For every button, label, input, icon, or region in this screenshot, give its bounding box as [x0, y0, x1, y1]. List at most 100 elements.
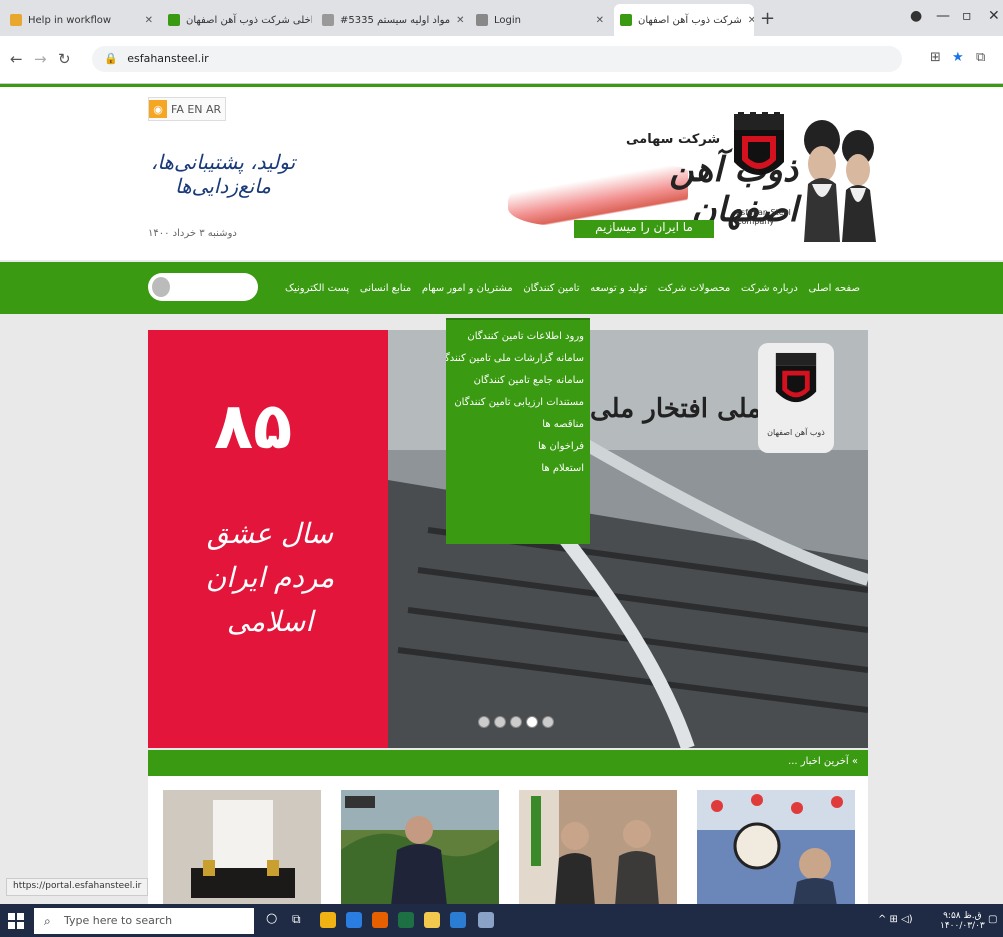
company-type-label: شرکت سهامی [626, 132, 721, 147]
chrome-app-icon[interactable] [320, 912, 336, 928]
latest-news-header: » آخرین اخبار ... [148, 750, 868, 776]
tab-label: پورتال داخلی شرکت ذوب آهن اصفهان [186, 14, 312, 26]
header-date: دوشنبه ۳ خرداد ۱۴۰۰ [148, 228, 237, 239]
slide-logo-label: ذوب آهن اصفهان [767, 428, 825, 437]
tab-close-icon[interactable]: ✕ [748, 15, 754, 26]
browser-tab-active[interactable]: شرکت ذوب آهن اصفهان ✕ [614, 4, 754, 36]
news-thumbnail[interactable] [519, 790, 677, 906]
translate-icon[interactable]: ⊞ [930, 50, 941, 65]
slider-dot[interactable] [478, 716, 490, 728]
task-view-icon[interactable]: ⧉ [292, 912, 308, 928]
menu-item-production[interactable]: تولید و توسعه [590, 283, 647, 294]
app-icon[interactable] [478, 912, 494, 928]
language-options[interactable]: FA EN AR [171, 103, 221, 116]
rss-icon[interactable]: ◉ [149, 100, 167, 118]
slogan-calligraphy: تولید، پشتیبانی‌ها، مانع‌زدایی‌ها [150, 150, 296, 198]
menu-item-hr[interactable]: منابع انسانی [360, 283, 411, 294]
tab-label: Help in workflow [28, 14, 112, 26]
news-thumbnail[interactable] [341, 790, 499, 906]
windows-taskbar: ⌕ Type here to search ○ ⧉ ^ ⊞ ◁) ۹:۵۸ ق.… [0, 904, 1003, 937]
news-thumbnail[interactable] [697, 790, 855, 906]
dropdown-item[interactable]: استعلام ها [446, 458, 590, 480]
header-accent-line [0, 84, 1003, 87]
tab-close-icon[interactable]: ✕ [145, 15, 153, 26]
clock-time: ۹:۵۸ ق.ظ [943, 911, 982, 921]
menu-item-email[interactable]: پست الکترونیک [285, 283, 349, 294]
news-thumbnail[interactable] [163, 790, 321, 906]
company-tagline: ما ایران را میسازیم [574, 220, 714, 238]
tab-favicon-icon [10, 14, 22, 26]
dropdown-item[interactable]: سامانه جامع تامین کنندگان [446, 370, 590, 392]
menu-item-about[interactable]: درباره شرکت [741, 283, 798, 294]
site-search-input[interactable] [148, 273, 258, 301]
minimize-icon[interactable]: — [936, 8, 950, 24]
windows-start-icon[interactable] [8, 913, 24, 929]
taskbar-search-placeholder: Type here to search [64, 914, 173, 927]
clock-date: ۱۴۰۰/۰۳/۰۳ [940, 921, 985, 931]
banner-caption: سال عشق مردم ایران اسلامی [205, 517, 335, 638]
slider-pagination [478, 716, 554, 728]
browser-tab[interactable]: Help in workflow ✕ [4, 4, 159, 36]
extension-icon[interactable]: ⧉ [976, 50, 985, 65]
main-menu: صفحه اصلی درباره شرکت محصولات شرکت تولید… [285, 276, 860, 300]
notifications-icon[interactable]: ▢ [988, 914, 997, 925]
tab-favicon-icon [322, 14, 334, 26]
maximize-icon[interactable]: ▫ [962, 8, 972, 24]
browser-tabstrip: Help in workflow ✕ پورتال داخلی شرکت ذوب… [0, 0, 1003, 36]
cortana-icon[interactable]: ○ [266, 911, 282, 927]
tab-favicon-icon [620, 14, 632, 26]
tab-close-icon[interactable]: ✕ [596, 15, 604, 26]
leaders-portrait [804, 120, 876, 242]
file-explorer-icon[interactable] [424, 912, 440, 928]
tab-label: #5335 مواد اولیه سیستم [340, 14, 451, 26]
search-icon[interactable] [150, 275, 172, 299]
banner-number: ۸۵ [214, 390, 293, 464]
clock[interactable]: ۹:۵۸ ق.ظ ۱۴۰۰/۰۳/۰۳ [940, 911, 985, 931]
tab-label: شرکت ذوب آهن اصفهان [638, 14, 742, 26]
slider-dot[interactable] [542, 716, 554, 728]
dropdown-item[interactable]: ورود اطلاعات تامین کنندگان [446, 326, 590, 348]
browser-tab[interactable]: #5335 مواد اولیه سیستم ✕ [316, 4, 466, 36]
menu-item-products[interactable]: محصولات شرکت [658, 283, 730, 294]
tab-label: Login [494, 14, 521, 26]
status-url-tooltip: https://portal.esfahansteel.ir [6, 878, 149, 896]
dropdown-item[interactable]: مناقصه ها [446, 414, 590, 436]
close-window-icon[interactable]: ✕ [988, 8, 1000, 24]
taskbar-search-input[interactable]: ⌕ Type here to search [34, 908, 254, 934]
slider-dot-active[interactable] [526, 716, 538, 728]
emblem-label: Esfahan Steel Company [736, 208, 791, 226]
url-text: esfahansteel.ir [127, 52, 209, 65]
address-bar-row: ← → ↻ 🔒 esfahansteel.ir ⊞ ★ ⧉ [0, 36, 1003, 84]
tab-close-icon[interactable]: ✕ [456, 15, 464, 26]
profile-icon[interactable]: ● [910, 8, 922, 24]
menu-item-suppliers[interactable]: تامین کنندگان [523, 283, 579, 294]
search-icon: ⌕ [44, 914, 51, 928]
dropdown-item[interactable]: فراخوان ها [446, 436, 590, 458]
word-app-icon[interactable] [450, 912, 466, 928]
bookmark-star-icon[interactable]: ★ [952, 50, 964, 65]
system-tray-icons[interactable]: ^ ⊞ ◁) [878, 914, 913, 925]
forward-arrow-icon[interactable]: → [34, 50, 47, 68]
company-emblem-icon [734, 112, 784, 175]
browser-tab[interactable]: پورتال داخلی شرکت ذوب آهن اصفهان ✕ [162, 4, 312, 36]
dropdown-item[interactable]: سامانه گزارشات ملی تامین کنندگان [446, 348, 590, 370]
dropdown-item[interactable]: مستندات ارزیابی تامین کنندگان [446, 392, 590, 414]
reload-icon[interactable]: ↻ [58, 50, 71, 68]
url-field[interactable]: 🔒 esfahansteel.ir [92, 46, 902, 72]
tab-favicon-icon [168, 14, 180, 26]
slider-dot[interactable] [494, 716, 506, 728]
slider-dot[interactable] [510, 716, 522, 728]
news-section-title[interactable]: » آخرین اخبار ... [788, 756, 858, 767]
slide-emblem-icon [775, 352, 817, 403]
lock-icon: 🔒 [104, 52, 118, 65]
edge-app-icon[interactable] [346, 912, 362, 928]
browser-tab[interactable]: Login ✕ [470, 4, 610, 36]
excel-app-icon[interactable] [398, 912, 414, 928]
menu-item-home[interactable]: صفحه اصلی [809, 283, 860, 294]
new-tab-button[interactable]: + [760, 8, 775, 29]
suppliers-dropdown: ورود اطلاعات تامین کنندگان سامانه گزارشا… [446, 318, 590, 544]
firefox-app-icon[interactable] [372, 912, 388, 928]
menu-item-customers[interactable]: مشتریان و امور سهام [422, 283, 513, 294]
language-switcher[interactable]: ◉ FA EN AR [148, 97, 227, 121]
back-arrow-icon[interactable]: ← [10, 50, 23, 68]
